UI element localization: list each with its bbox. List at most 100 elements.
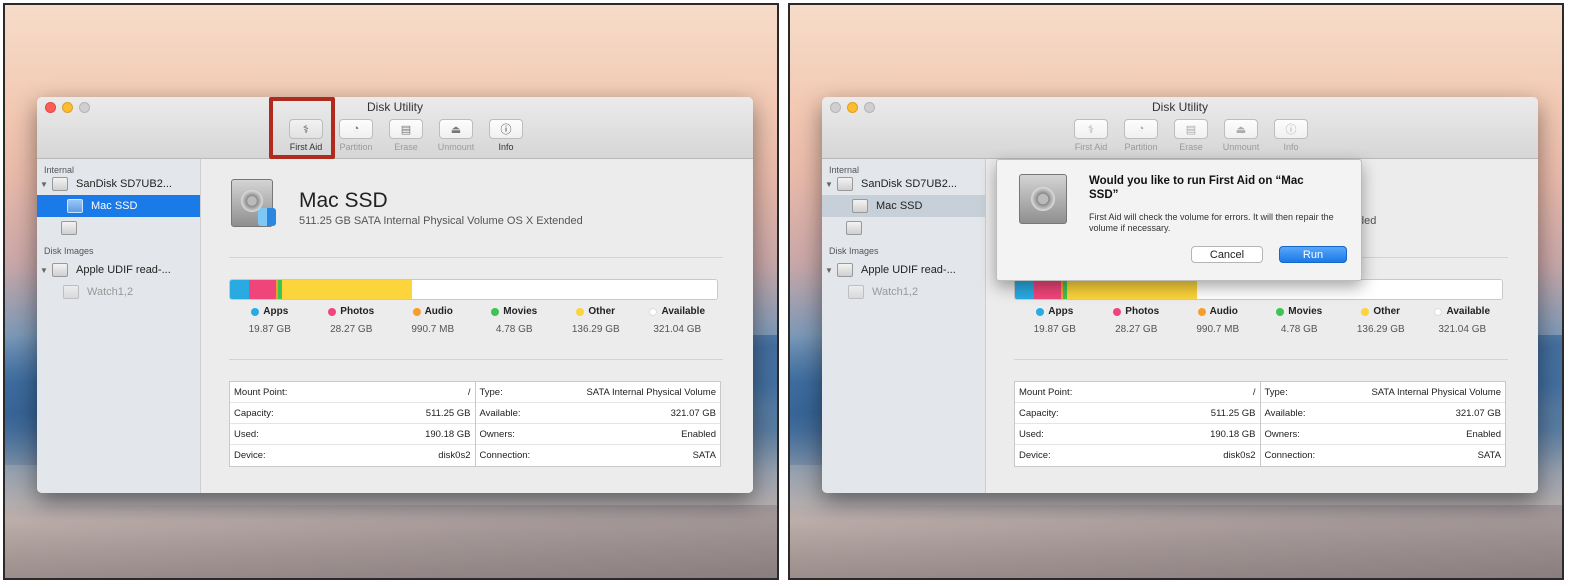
first-aid-button[interactable]: ⚕ First Aid (1068, 119, 1114, 152)
legend-label: Audio (424, 306, 453, 317)
first-aid-dialog: Would you like to run First Aid on “Mac … (996, 159, 1362, 281)
legend-label: Available (661, 306, 706, 317)
sidebar-item-label: Apple UDIF read-... (861, 264, 956, 276)
unmount-label: Unmount (437, 142, 475, 152)
sidebar-item-image-volume[interactable]: Watch1,2 (37, 281, 200, 303)
partition-button[interactable]: ◔ Partition (333, 119, 379, 152)
unmount-button[interactable]: ⏏ Unmount (1218, 119, 1264, 152)
sidebar-item-image[interactable]: ▼ Apple UDIF read-... (822, 259, 985, 281)
legend-value: 28.27 GB (330, 324, 373, 335)
legend-dot-icon (1434, 307, 1443, 316)
legend-value: 4.78 GB (1280, 324, 1318, 335)
info-row: Connection: SATA (476, 445, 721, 466)
info-icon: ⓘ (500, 124, 512, 136)
sidebar-item-disk[interactable]: ▼ SanDisk SD7UB2... (822, 173, 985, 195)
info-row: Used: 190.18 GB (230, 424, 475, 445)
legend-item-photos: Photos 28.27 GB (1096, 306, 1178, 335)
info-value: SATA (1477, 450, 1501, 461)
sidebar-header-disk-images: Disk Images (829, 246, 879, 256)
erase-button[interactable]: ▤ Erase (383, 119, 429, 152)
disclosure-triangle-icon[interactable]: ▼ (825, 266, 837, 275)
disclosure-triangle-icon[interactable]: ▼ (825, 180, 837, 189)
legend-dot-icon (1113, 307, 1122, 316)
legend-label: Other (588, 306, 616, 317)
disk-image-icon (848, 285, 864, 299)
legend-item-other: Other 136.29 GB (1340, 306, 1422, 335)
sidebar-item-unnamed[interactable] (822, 217, 985, 239)
info-row: Used: 190.18 GB (1015, 424, 1260, 445)
unmount-button[interactable]: ⏏ Unmount (433, 119, 479, 152)
title-bar: Disk Utility ⚕ First Aid ◔ Partition ▤ E… (822, 97, 1538, 159)
title-bar: Disk Utility ⚕ First Aid ◔ Partition ▤ E… (37, 97, 753, 159)
run-button[interactable]: Run (1279, 246, 1347, 263)
info-row: Available: 321.07 GB (1260, 403, 1505, 424)
legend-label: Photos (1125, 306, 1160, 317)
legend-dot-icon (1036, 307, 1045, 316)
unmount-label: Unmount (1222, 142, 1260, 152)
partition-icon: ◔ (1137, 123, 1145, 135)
divider (1014, 359, 1508, 360)
disclosure-triangle-icon[interactable]: ▼ (40, 266, 52, 275)
screenshot-panel-before: Disk Utility ⚕ First Aid ◔ Partition ▤ E… (3, 3, 779, 580)
sidebar-item-volume[interactable]: Mac SSD (37, 195, 200, 217)
usage-legend: Apps 19.87 GB Photos 28.27 GB Audio 990.7 MB M… (229, 306, 718, 335)
legend-dot-icon (328, 307, 337, 316)
first-aid-button[interactable]: ⚕ First Aid (283, 119, 329, 152)
info-row: Device: disk0s2 (1015, 445, 1260, 466)
info-row: Available: 321.07 GB (475, 403, 720, 424)
info-value: 190.18 GB (425, 428, 471, 440)
legend-dot-icon (1197, 307, 1206, 316)
info-button[interactable]: ⓘ Info (483, 119, 529, 152)
usage-segment-other (282, 280, 412, 299)
sidebar-item-image[interactable]: ▼ Apple UDIF read-... (37, 259, 200, 281)
info-label: Capacity: (234, 407, 274, 419)
window-title: Disk Utility (367, 100, 423, 114)
disclosure-triangle-icon[interactable]: ▼ (40, 180, 52, 189)
legend-label: Photos (340, 306, 375, 317)
sidebar-item-label: SanDisk SD7UB2... (76, 178, 172, 190)
sidebar-item-volume[interactable]: Mac SSD (822, 195, 985, 217)
erase-label: Erase (394, 142, 418, 152)
usage-segment-available (1196, 280, 1502, 299)
info-button[interactable]: ⓘ Info (1268, 119, 1314, 152)
info-value: 190.18 GB (1210, 428, 1256, 440)
disk-utility-window: Disk Utility ⚕ First Aid ◔ Partition ▤ E… (37, 97, 753, 493)
info-label: Mount Point: (1019, 386, 1073, 398)
volume-description: 511.25 GB SATA Internal Physical Volume … (299, 215, 583, 227)
info-label: Used: (1019, 428, 1044, 440)
erase-button[interactable]: ▤ Erase (1168, 119, 1214, 152)
usage-segment-available (411, 280, 717, 299)
disk-utility-window: Disk Utility ⚕ First Aid ◔ Partition ▤ E… (822, 97, 1538, 493)
sidebar-item-disk[interactable]: ▼ SanDisk SD7UB2... (37, 173, 200, 195)
first-aid-label: First Aid (289, 142, 323, 152)
sidebar-item-image-volume[interactable]: Watch1,2 (822, 281, 985, 303)
info-table: Mount Point: / Capacity: 511.25 GB Used: 190.… (229, 381, 721, 467)
sidebar-header-disk-images: Disk Images (44, 246, 94, 256)
info-label: Type: (1264, 386, 1288, 398)
partition-button[interactable]: ◔ Partition (1118, 119, 1164, 152)
usage-bar (229, 279, 718, 300)
drive-icon (846, 221, 862, 235)
drive-icon (837, 177, 853, 191)
drive-icon (52, 177, 68, 191)
info-value: SATA (692, 450, 716, 461)
info-label: Info (498, 142, 514, 152)
legend-dot-icon (1361, 307, 1370, 316)
erase-icon: ▤ (400, 123, 412, 136)
sidebar-item-unnamed[interactable] (37, 217, 200, 239)
info-row: Connection: SATA (1261, 445, 1506, 466)
sidebar-item-label: SanDisk SD7UB2... (861, 178, 957, 190)
volume-detail: Mac SSD 511.25 GB SATA Internal Physical… (201, 159, 753, 493)
cancel-button[interactable]: Cancel (1191, 246, 1263, 263)
info-label: Capacity: (1019, 407, 1059, 419)
sidebar: Internal ▼ SanDisk SD7UB2... Mac SSD Dis… (822, 159, 986, 493)
sidebar-header-internal: Internal (44, 165, 75, 175)
info-label: Info (1283, 142, 1299, 152)
info-value: Enabled (681, 428, 716, 440)
sidebar: Internal ▼ SanDisk SD7UB2... Mac SSD Dis… (37, 159, 201, 493)
info-label: Owners: (1264, 428, 1300, 440)
info-label: Available: (1264, 407, 1306, 419)
info-value: 321.07 GB (1455, 407, 1501, 419)
usage-segment-photos (248, 280, 276, 299)
sidebar-header-internal: Internal (829, 165, 860, 175)
